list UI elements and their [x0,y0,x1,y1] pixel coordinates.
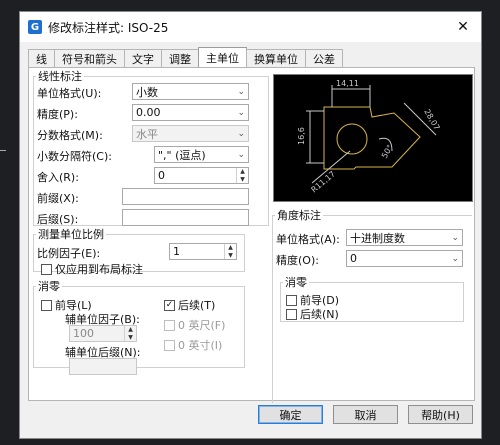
title-bar: G 修改标注样式: ISO-25 ✕ [20,12,481,42]
spinner-arrows-icon[interactable]: ▲ ▼ [236,168,248,183]
round-off-label: 舍入(R): [37,171,79,184]
sub-unit-factor-spinner[interactable]: 100 ▲ ▼ [69,325,137,342]
measurement-scale-legend: 测量单位比例 [38,228,104,241]
scale-factor-label: 比例因子(E): [37,247,101,260]
precision-dropdown[interactable]: 0.00 ⌄ [132,104,249,121]
angular-precision-dropdown[interactable]: 0 ⌄ [346,250,463,267]
tab-symbols-arrows[interactable]: 符号和箭头 [54,49,125,67]
ok-button[interactable]: 确定 [258,405,323,424]
zero-suppression-angular-legend: 消零 [285,276,307,289]
angular-trailing-zero-label: 后续(N) [300,308,339,321]
tab-primary-units[interactable]: 主单位 [198,47,247,67]
tab-strip: 线 符号和箭头 文字 调整 主单位 换算单位 公差 [28,47,343,67]
angular-unit-format-value: 十进制度数 [350,231,405,245]
spinner-arrows-icon[interactable]: ▲ ▼ [224,244,236,259]
chevron-down-icon: ⌄ [237,86,245,97]
app-icon: G [28,20,42,34]
chevron-down-icon: ⌄ [237,107,245,118]
angular-unit-format-dropdown[interactable]: 十进制度数 ⌄ [346,229,463,246]
spinner-arrows-icon[interactable]: ▲ ▼ [124,326,136,341]
scale-factor-spinner[interactable]: 1 ▲ ▼ [169,243,237,260]
close-icon[interactable]: ✕ [445,12,481,42]
window-title: 修改标注样式: ISO-25 [48,20,169,35]
apply-layout-only-checkbox[interactable]: 仅应用到布局标注 [41,261,143,277]
checkmark-icon: ✓ [164,299,175,311]
preview-shape [323,106,421,170]
dim-top-text: 14,11 [336,79,359,88]
dimension-preview: 14,11 16,6 28,07 50° R11,17 [273,74,473,202]
linear-dimensions-legend: 线性标注 [38,70,82,83]
angular-trailing-zero-checkbox[interactable]: 后续(N) [286,306,339,322]
dim-right-text: 28,07 [422,108,441,132]
precision-label: 精度(P): [37,108,78,121]
chevron-down-icon: ⌄ [451,253,459,264]
prefix-input[interactable] [122,188,249,205]
sub-unit-factor-value: 100 [73,327,94,340]
suffix-input[interactable] [122,209,249,226]
tab-fit[interactable]: 调整 [161,49,199,67]
checkbox-box [164,319,175,331]
chevron-down-icon: ⌄ [237,128,245,139]
apply-layout-only-label: 仅应用到布局标注 [55,263,143,276]
decimal-separator-dropdown[interactable]: "," (逗点) ⌄ [154,146,249,163]
tab-tolerances[interactable]: 公差 [305,49,343,67]
unit-format-value: 小数 [136,85,158,99]
checkbox-box [41,299,52,311]
zero-feet-label: 0 英尺(F) [178,319,226,332]
chevron-down-icon: ⌄ [237,149,245,160]
cancel-button[interactable]: 取消 [333,405,398,424]
checkbox-box [164,339,175,351]
angular-precision-label: 精度(O): [276,254,319,267]
fraction-format-value: 水平 [136,127,158,141]
suffix-label: 后缀(S): [37,213,79,226]
decimal-separator-label: 小数分隔符(C): [37,150,112,163]
angular-dimensions-legend: 角度标注 [277,209,321,222]
preview-drawing: 14,11 16,6 28,07 50° R11,17 [297,79,442,195]
checkbox-box [41,263,52,275]
prefix-label: 前缀(X): [37,192,79,205]
dim-left-text: 16,6 [297,127,306,145]
decimal-separator-value: "," (逗点) [158,148,206,162]
fraction-format-label: 分数格式(M): [37,129,103,142]
primary-units-panel: 线性标注 单位格式(U): 小数 ⌄ 精度(P): 0.00 ⌄ 分数格式(M)… [28,67,475,403]
trailing-zero-label: 后续(T) [178,299,216,312]
checkbox-box [286,294,297,306]
unit-format-dropdown[interactable]: 小数 ⌄ [132,83,249,100]
checkbox-box [286,308,297,320]
scale-factor-value: 1 [173,245,180,258]
unit-format-label: 单位格式(U): [37,87,102,100]
tab-lines[interactable]: 线 [28,49,55,67]
sub-unit-suffix-input[interactable] [69,358,137,375]
precision-value: 0.00 [136,106,161,119]
canvas-edge-mark [0,150,6,151]
zero-inches-checkbox[interactable]: 0 英寸(I) [164,337,222,353]
round-off-value: 0 [158,169,165,182]
trailing-zero-checkbox[interactable]: ✓ 后续(T) [164,297,215,313]
zero-inches-label: 0 英寸(I) [178,339,223,352]
zero-suppression-linear-legend: 消零 [38,280,60,293]
zero-feet-checkbox[interactable]: 0 英尺(F) [164,317,225,333]
angular-precision-value: 0 [350,252,357,265]
round-off-spinner[interactable]: 0 ▲ ▼ [154,167,249,184]
angular-unit-format-label: 单位格式(A): [276,233,340,246]
chevron-down-icon: ⌄ [451,232,459,243]
tab-text[interactable]: 文字 [124,49,162,67]
tab-alternate-units[interactable]: 换算单位 [246,49,306,67]
fraction-format-dropdown[interactable]: 水平 ⌄ [132,125,249,142]
help-button[interactable]: 帮助(H) [408,405,473,424]
dim-angle-text: 50° [380,143,395,160]
dimension-style-dialog: G 修改标注样式: ISO-25 ✕ 线 符号和箭头 文字 调整 主单位 换算单… [19,11,482,439]
